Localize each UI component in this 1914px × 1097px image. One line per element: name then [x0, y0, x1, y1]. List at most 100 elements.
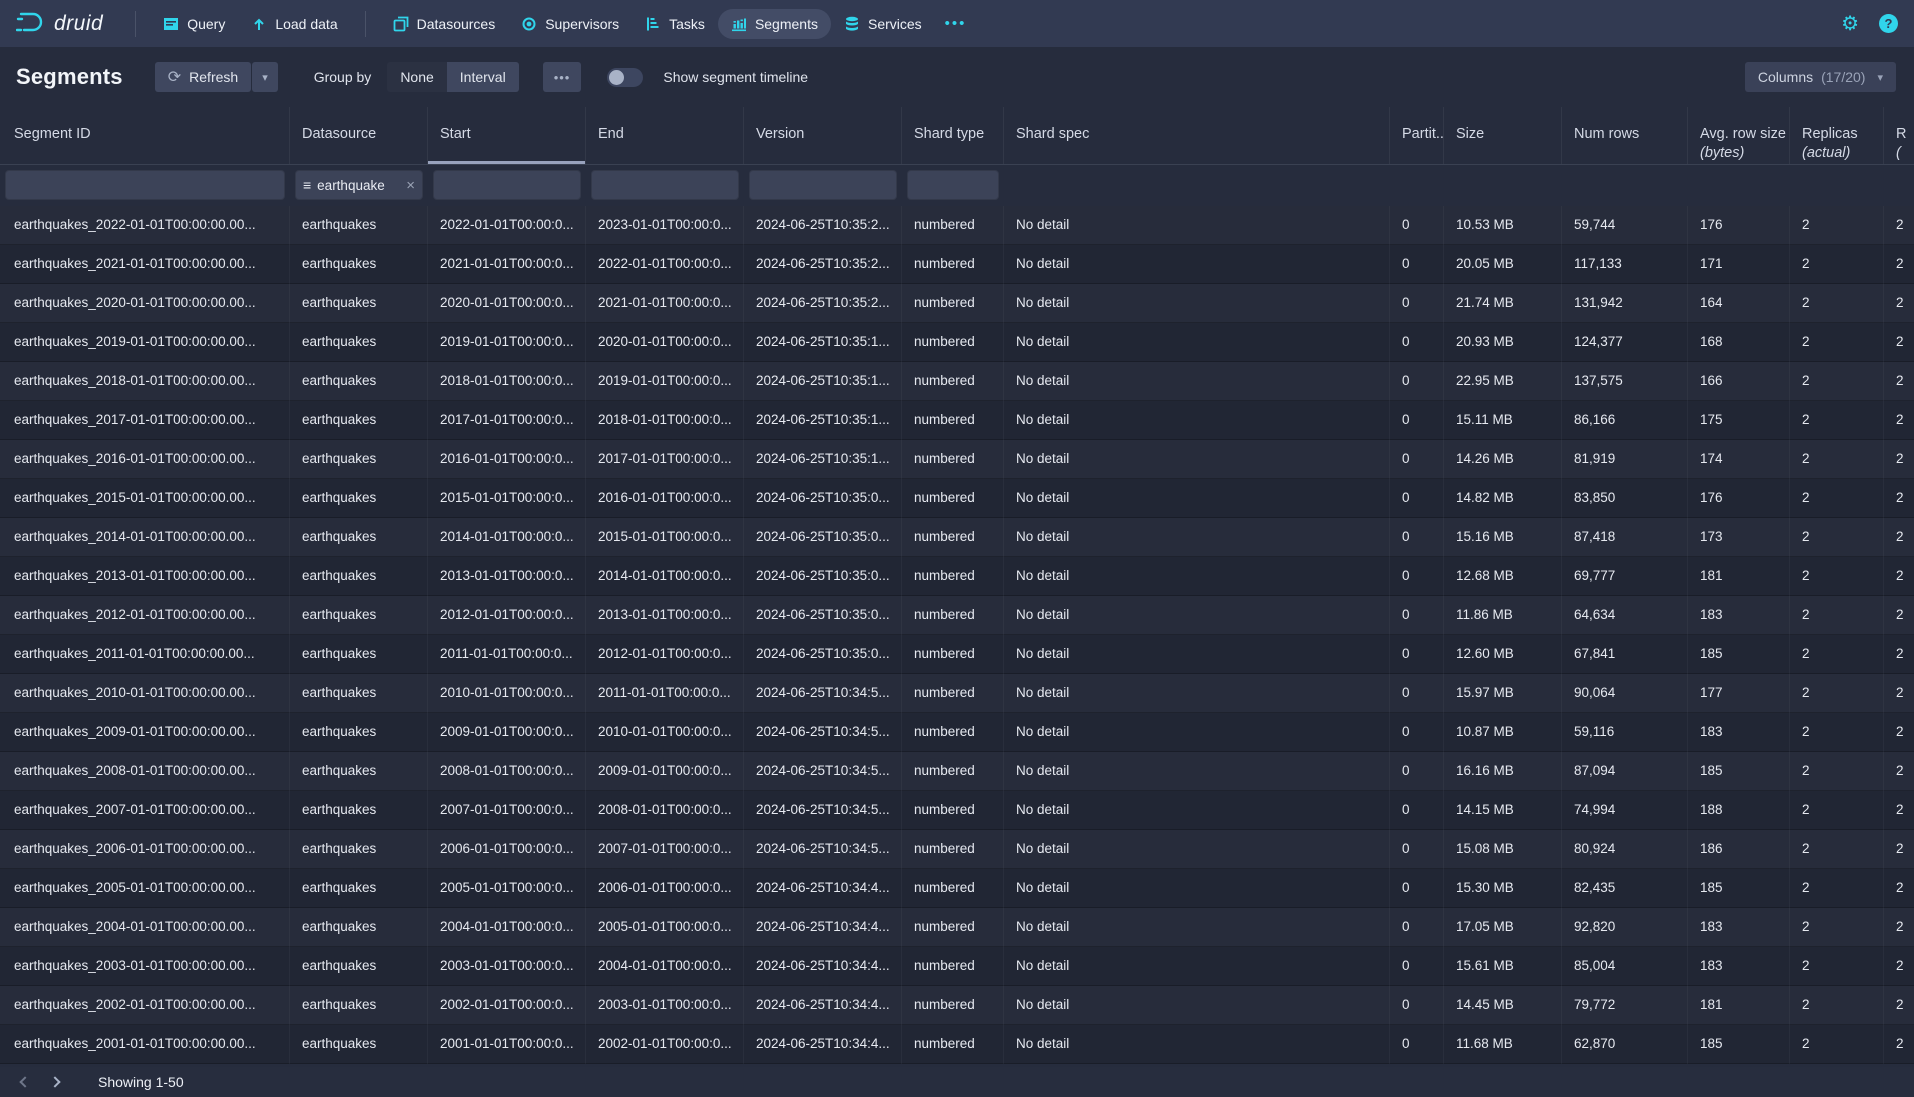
cell-segment-id[interactable]: earthquakes_2021-01-01T00:00:00.00...	[0, 245, 290, 284]
nav-more-button[interactable]: •••	[935, 8, 977, 39]
nav-item-services[interactable]: Services	[831, 9, 935, 39]
table-row[interactable]: earthquakes_2022-01-01T00:00:00.00... ea…	[0, 206, 1914, 245]
table-row[interactable]: earthquakes_2017-01-01T00:00:00.00... ea…	[0, 401, 1914, 440]
group-by-none-button[interactable]: None	[387, 62, 446, 92]
column-header-partition[interactable]: Partit...	[1390, 107, 1444, 164]
column-header-version[interactable]: Version	[744, 107, 902, 164]
table-row[interactable]: earthquakes_2001-01-01T00:00:00.00... ea…	[0, 1025, 1914, 1064]
cell-segment-id[interactable]: earthquakes_2015-01-01T00:00:00.00...	[0, 479, 290, 518]
table-row[interactable]: earthquakes_2009-01-01T00:00:00.00... ea…	[0, 713, 1914, 752]
cell-segment-id[interactable]: earthquakes_2001-01-01T00:00:00.00...	[0, 1025, 290, 1064]
cell-version: 2024-06-25T10:35:1...	[744, 362, 902, 401]
end-filter-input[interactable]	[591, 170, 739, 200]
table-row[interactable]: earthquakes_2012-01-01T00:00:00.00... ea…	[0, 596, 1914, 635]
segment-id-filter-input[interactable]	[5, 170, 285, 200]
table-row[interactable]: earthquakes_2008-01-01T00:00:00.00... ea…	[0, 752, 1914, 791]
column-header-start[interactable]: Start	[428, 107, 586, 164]
column-header-end[interactable]: End	[586, 107, 744, 164]
cell-segment-id[interactable]: earthquakes_2019-01-01T00:00:00.00...	[0, 323, 290, 362]
start-filter-input[interactable]	[433, 170, 581, 200]
cell-replicas: 2	[1790, 908, 1884, 947]
settings-gear-icon[interactable]: ⚙	[1841, 14, 1859, 34]
cell-shard-spec: No detail	[1004, 791, 1390, 830]
datasource-filter-input[interactable]: ≡ earthquake ×	[295, 170, 423, 200]
table-row[interactable]: earthquakes_2003-01-01T00:00:00.00... ea…	[0, 947, 1914, 986]
table-row[interactable]: earthquakes_2011-01-01T00:00:00.00... ea…	[0, 635, 1914, 674]
table-row[interactable]: earthquakes_2013-01-01T00:00:00.00... ea…	[0, 557, 1914, 596]
cell-segment-id[interactable]: earthquakes_2022-01-01T00:00:00.00...	[0, 206, 290, 245]
table-row[interactable]: earthquakes_2005-01-01T00:00:00.00... ea…	[0, 869, 1914, 908]
next-page-button[interactable]	[40, 1069, 70, 1095]
column-header-shard-type[interactable]: Shard type	[902, 107, 1004, 164]
cell-version: 2024-06-25T10:34:4...	[744, 947, 902, 986]
cell-segment-id[interactable]: earthquakes_2013-01-01T00:00:00.00...	[0, 557, 290, 596]
table-row[interactable]: earthquakes_2014-01-01T00:00:00.00... ea…	[0, 518, 1914, 557]
column-header-num-rows[interactable]: Num rows	[1562, 107, 1688, 164]
more-actions-button[interactable]: •••	[543, 62, 582, 92]
nav-item-query[interactable]: Query	[150, 9, 238, 39]
cell-segment-id[interactable]: earthquakes_2003-01-01T00:00:00.00...	[0, 947, 290, 986]
cell-segment-id[interactable]: earthquakes_2002-01-01T00:00:00.00...	[0, 986, 290, 1025]
column-header-datasource[interactable]: Datasource	[290, 107, 428, 164]
column-header-replication-clipped[interactable]: R(	[1884, 107, 1914, 164]
table-row[interactable]: earthquakes_2007-01-01T00:00:00.00... ea…	[0, 791, 1914, 830]
nav-item-load-data[interactable]: Load data	[238, 9, 350, 39]
version-filter-input[interactable]	[749, 170, 897, 200]
datasource-filter-tag[interactable]: ≡ earthquake ×	[303, 177, 415, 194]
cell-segment-id[interactable]: earthquakes_2016-01-01T00:00:00.00...	[0, 440, 290, 479]
column-header-shard-spec[interactable]: Shard spec	[1004, 107, 1390, 164]
table-row[interactable]: earthquakes_2010-01-01T00:00:00.00... ea…	[0, 674, 1914, 713]
table-row[interactable]: earthquakes_2019-01-01T00:00:00.00... ea…	[0, 323, 1914, 362]
table-row[interactable]: earthquakes_2002-01-01T00:00:00.00... ea…	[0, 986, 1914, 1025]
shard-type-filter-input[interactable]	[907, 170, 999, 200]
cell-version: 2024-06-25T10:34:4...	[744, 1025, 902, 1064]
cell-segment-id[interactable]: earthquakes_2010-01-01T00:00:00.00...	[0, 674, 290, 713]
table-row[interactable]: earthquakes_2020-01-01T00:00:00.00... ea…	[0, 284, 1914, 323]
refresh-button[interactable]: ⟳ Refresh	[155, 62, 251, 92]
nav-item-label: Segments	[755, 16, 818, 32]
table-row[interactable]: earthquakes_2006-01-01T00:00:00.00... ea…	[0, 830, 1914, 869]
segments-table-body: earthquakes_2022-01-01T00:00:00.00... ea…	[0, 206, 1914, 1067]
cell-segment-id[interactable]: earthquakes_2005-01-01T00:00:00.00...	[0, 869, 290, 908]
cell-replication: 2	[1884, 986, 1914, 1025]
cell-replicas: 2	[1790, 206, 1884, 245]
cell-segment-id[interactable]: earthquakes_2009-01-01T00:00:00.00...	[0, 713, 290, 752]
cell-segment-id[interactable]: earthquakes_2020-01-01T00:00:00.00...	[0, 284, 290, 323]
nav-item-datasources[interactable]: Datasources	[380, 9, 509, 39]
cell-datasource: earthquakes	[290, 791, 428, 830]
cell-shard-spec: No detail	[1004, 986, 1390, 1025]
refresh-interval-caret-button[interactable]: ▾	[252, 62, 278, 92]
cell-segment-id[interactable]: earthquakes_2014-01-01T00:00:00.00...	[0, 518, 290, 557]
nav-item-supervisors[interactable]: Supervisors	[508, 9, 632, 39]
column-header-replicas[interactable]: Replicas(actual)	[1790, 107, 1884, 164]
cell-segment-id[interactable]: earthquakes_2004-01-01T00:00:00.00...	[0, 908, 290, 947]
columns-picker-button[interactable]: Columns (17/20) ▾	[1745, 62, 1896, 92]
table-row[interactable]: earthquakes_2021-01-01T00:00:00.00... ea…	[0, 245, 1914, 284]
table-row[interactable]: earthquakes_2018-01-01T00:00:00.00... ea…	[0, 362, 1914, 401]
cell-avg-row-size: 171	[1688, 245, 1790, 284]
cell-end: 2005-01-01T00:00:0...	[586, 908, 744, 947]
nav-item-tasks[interactable]: Tasks	[632, 9, 718, 39]
table-row[interactable]: earthquakes_2016-01-01T00:00:00.00... ea…	[0, 440, 1914, 479]
cell-segment-id[interactable]: earthquakes_2012-01-01T00:00:00.00...	[0, 596, 290, 635]
druid-logo[interactable]: druid	[16, 10, 103, 37]
group-by-interval-button[interactable]: Interval	[447, 62, 519, 92]
cell-segment-id[interactable]: earthquakes_2007-01-01T00:00:00.00...	[0, 791, 290, 830]
cell-segment-id[interactable]: earthquakes_2018-01-01T00:00:00.00...	[0, 362, 290, 401]
segment-timeline-toggle[interactable]	[607, 68, 643, 87]
nav-item-segments[interactable]: Segments	[718, 9, 831, 39]
column-header-segment-id[interactable]: Segment ID	[0, 107, 290, 164]
column-header-avg-row-size[interactable]: Avg. row size(bytes)	[1688, 107, 1790, 164]
help-icon[interactable]: ?	[1879, 14, 1898, 33]
table-row[interactable]: earthquakes_2004-01-01T00:00:00.00... ea…	[0, 908, 1914, 947]
column-header-size[interactable]: Size	[1444, 107, 1562, 164]
brand-name: druid	[54, 12, 103, 36]
remove-filter-icon[interactable]: ×	[406, 177, 415, 194]
cell-segment-id[interactable]: earthquakes_2011-01-01T00:00:00.00...	[0, 635, 290, 674]
table-row[interactable]: earthquakes_2015-01-01T00:00:00.00... ea…	[0, 479, 1914, 518]
prev-page-button[interactable]	[10, 1069, 40, 1095]
nav-item-label: Tasks	[669, 16, 705, 32]
cell-segment-id[interactable]: earthquakes_2006-01-01T00:00:00.00...	[0, 830, 290, 869]
cell-segment-id[interactable]: earthquakes_2017-01-01T00:00:00.00...	[0, 401, 290, 440]
cell-segment-id[interactable]: earthquakes_2008-01-01T00:00:00.00...	[0, 752, 290, 791]
